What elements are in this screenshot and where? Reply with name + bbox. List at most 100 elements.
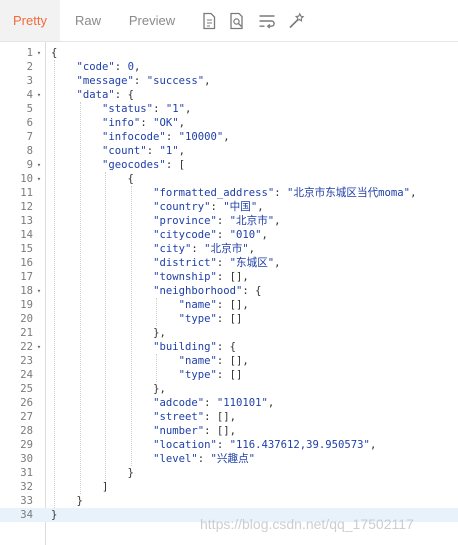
line-number: 1 [26,47,33,59]
code-line[interactable]: 33 } [0,494,458,508]
code-text: "building": { [153,341,237,353]
code-text: "count": "1", [102,145,185,157]
code-line[interactable]: 21 }, [0,326,458,340]
code-line[interactable]: 20 "type": [] [0,312,458,326]
code-text: "location": "116.437612,39.950573", [153,439,377,451]
line-number: 24 [20,369,33,381]
code-text: "type": [] [178,313,243,325]
code-line[interactable]: 31 } [0,466,458,480]
code-text: "geocodes": [ [102,159,185,171]
search-document-icon[interactable] [227,11,247,31]
code-text: "data": { [76,89,134,101]
code-text: "township": [], [153,271,249,283]
line-number: 29 [20,439,33,451]
line-number: 5 [26,103,33,115]
fold-arrow-icon[interactable]: ▾ [35,284,43,298]
code-text: "province": "北京市", [153,215,281,227]
code-text: "level": "兴趣点" [153,453,256,465]
code-text: { [127,173,134,185]
code-text: "status": "1", [102,103,192,115]
line-number: 30 [20,453,33,465]
code-line[interactable]: 32 ] [0,480,458,494]
wrap-lines-icon[interactable] [257,11,277,31]
code-line[interactable]: 24 "type": [] [0,368,458,382]
code-text: "city": "北京市", [153,243,256,255]
code-text: { [51,47,58,59]
code-line[interactable]: 3 "message": "success", [0,74,458,88]
line-number: 17 [20,271,33,283]
tab-pretty[interactable]: Pretty [0,0,60,41]
code-text: "type": [] [178,369,243,381]
code-text: "info": "OK", [102,117,185,129]
code-text: "infocode": "10000", [102,131,230,143]
fold-arrow-icon[interactable]: ▾ [35,172,43,186]
code-text: "adcode": "110101", [153,397,275,409]
code-line[interactable]: 13 "province": "北京市", [0,214,458,228]
code-text: "neighborhood": { [153,285,262,297]
code-line[interactable]: 27 "street": [], [0,410,458,424]
line-number: 27 [20,411,33,423]
line-number: 22 [20,341,33,353]
line-number: 26 [20,397,33,409]
magic-wand-icon[interactable] [286,11,306,31]
line-number: 25 [20,383,33,395]
code-text: ] [102,481,109,493]
fold-arrow-icon[interactable]: ▾ [35,340,43,354]
code-line[interactable]: 28 "number": [], [0,424,458,438]
code-line[interactable]: 12 "country": "中国", [0,200,458,214]
code-text: "message": "success", [76,75,211,87]
code-line[interactable]: 7 "infocode": "10000", [0,130,458,144]
document-icon[interactable] [199,11,219,31]
code-line[interactable]: 26 "adcode": "110101", [0,396,458,410]
code-line[interactable]: 14 "citycode": "010", [0,228,458,242]
watermark: https://blog.csdn.net/qq_17502117 [200,516,414,532]
code-line[interactable]: 22 ▾ "building": { [0,340,458,354]
code-line[interactable]: 4 ▾ "data": { [0,88,458,102]
code-text: "street": [], [153,411,237,423]
fold-arrow-icon[interactable]: ▾ [35,158,43,172]
tab-preview[interactable]: Preview [116,0,188,41]
fold-arrow-icon[interactable]: ▾ [35,88,43,102]
line-number: 14 [20,229,33,241]
code-text: "name": [], [178,299,249,311]
code-line[interactable]: 23 "name": [], [0,354,458,368]
line-number: 12 [20,201,33,213]
line-number: 15 [20,243,33,255]
code-line[interactable]: 2 "code": 0, [0,60,458,74]
code-line[interactable]: 19 "name": [], [0,298,458,312]
code-line[interactable]: 11 "formatted_address": "北京市东城区当代moma", [0,186,458,200]
line-number: 34 [20,509,33,521]
code-line[interactable]: 16 "district": "东城区", [0,256,458,270]
code-text: "citycode": "010", [153,229,268,241]
json-code-editor[interactable]: 1 ▾{2 "code": 0, 3 "message": "success", 4 ▾… [0,42,458,545]
code-line[interactable]: 6 "info": "OK", [0,116,458,130]
code-line[interactable]: 8 "count": "1", [0,144,458,158]
code-text: "number": [], [153,425,237,437]
line-number: 23 [20,355,33,367]
code-text: "district": "东城区", [153,257,281,269]
fold-arrow-icon[interactable]: ▾ [35,46,43,60]
code-line[interactable]: 18 ▾ "neighborhood": { [0,284,458,298]
line-number: 6 [26,117,33,129]
code-line[interactable]: 29 "location": "116.437612,39.950573", [0,438,458,452]
code-line[interactable]: 15 "city": "北京市", [0,242,458,256]
line-number: 19 [20,299,33,311]
code-line[interactable]: 1 ▾ { [0,46,458,60]
line-number: 9 [26,159,33,171]
code-line[interactable]: 30 "level": "兴趣点" [0,452,458,466]
line-number: 11 [20,187,33,199]
line-number: 8 [26,145,33,157]
tab-raw[interactable]: Raw [60,0,116,41]
line-number: 31 [20,467,33,479]
code-line[interactable]: 9 ▾ "geocodes": [ [0,158,458,172]
code-line[interactable]: 25 }, [0,382,458,396]
code-line[interactable]: 10 ▾ { [0,172,458,186]
code-text: "country": "中国", [153,201,264,213]
line-number: 21 [20,327,33,339]
line-number: 33 [20,495,33,507]
line-number: 13 [20,215,33,227]
code-line[interactable]: 5 "status": "1", [0,102,458,116]
code-line[interactable]: 17 "township": [], [0,270,458,284]
line-number: 7 [26,131,33,143]
line-number: 4 [26,89,33,101]
